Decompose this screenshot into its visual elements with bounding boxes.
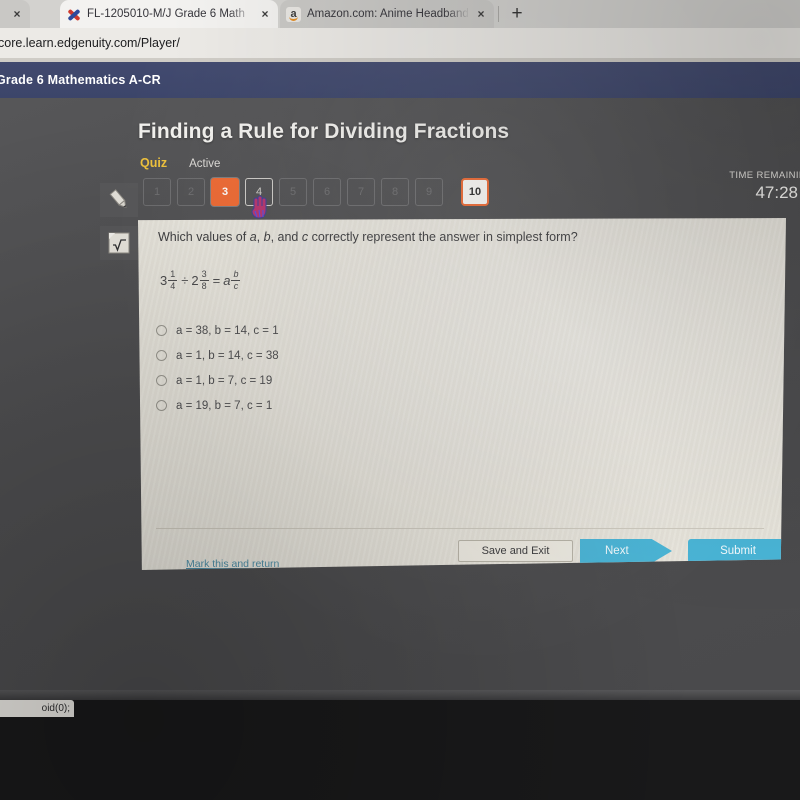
url-bar[interactable]: core.learn.edgenuity.com/Player/ bbox=[0, 28, 800, 58]
eq-operator: ÷ bbox=[181, 273, 189, 288]
question-nav-item-3[interactable]: 3 bbox=[211, 178, 239, 206]
desktop-taskbar bbox=[0, 700, 800, 800]
status-bar-text: oid(0); bbox=[41, 703, 70, 714]
tab-close-icon[interactable]: × bbox=[258, 7, 272, 21]
answer-option-3[interactable]: a = 1, b = 7, c = 19 bbox=[156, 368, 279, 393]
answer-options: a = 38, b = 14, c = 1 a = 1, b = 14, c =… bbox=[156, 318, 279, 418]
question-nav-item-5[interactable]: 5 bbox=[279, 178, 307, 206]
tab-close-icon[interactable]: × bbox=[474, 7, 488, 21]
time-remaining: TIME REMAINING 47:28 bbox=[660, 170, 800, 203]
question-nav-item-9[interactable]: 9 bbox=[415, 178, 443, 206]
question-nav-item-8[interactable]: 8 bbox=[381, 178, 409, 206]
radio-button[interactable] bbox=[156, 350, 167, 361]
prompt-var-b: b bbox=[263, 230, 271, 244]
eq-right-denominator: 8 bbox=[201, 281, 207, 291]
radio-button[interactable] bbox=[156, 325, 167, 336]
time-remaining-label: TIME REMAINING bbox=[729, 170, 800, 181]
tab-title: Amazon.com: Anime Headband bbox=[307, 8, 469, 20]
eq-left-numerator: 1 bbox=[170, 269, 176, 279]
eq-left-denominator: 4 bbox=[170, 281, 176, 291]
time-remaining-value: 47:28 bbox=[755, 183, 798, 202]
eq-right-numerator: 3 bbox=[201, 269, 207, 279]
prompt-part-3: , and bbox=[270, 230, 302, 244]
answer-option-2[interactable]: a = 1, b = 14, c = 38 bbox=[156, 343, 279, 368]
page-title: Finding a Rule for Dividing Fractions bbox=[138, 120, 510, 143]
question-panel: Which values of a, b, and c correctly re… bbox=[138, 218, 786, 570]
question-nav-item-6[interactable]: 6 bbox=[313, 178, 341, 206]
course-name: Grade 6 Mathematics A-CR bbox=[0, 73, 161, 87]
eq-right-whole: 2 bbox=[191, 273, 199, 288]
next-button[interactable]: Next bbox=[580, 539, 672, 563]
question-navigator: 1 2 3 4 5 6 7 8 9 10 bbox=[143, 178, 489, 206]
prompt-part-1: Which values of bbox=[158, 230, 250, 244]
eq-equals: = bbox=[212, 273, 221, 288]
pencil-tool-button[interactable] bbox=[100, 183, 138, 217]
footer-divider bbox=[156, 528, 764, 529]
url-text: core.learn.edgenuity.com/Player/ bbox=[0, 36, 180, 50]
question-nav-item-7[interactable]: 7 bbox=[347, 178, 375, 206]
activity-state-label: Active bbox=[189, 158, 221, 170]
screen-photo: × FL-1205010-M/J Grade 6 Math × a Amazon… bbox=[0, 0, 800, 800]
new-tab-button[interactable]: + bbox=[505, 2, 529, 26]
question-nav-item-4[interactable]: 4 bbox=[245, 178, 273, 206]
eq-result-denominator: c bbox=[233, 281, 239, 291]
question-nav-item-2[interactable]: 2 bbox=[177, 178, 205, 206]
answer-option-label: a = 1, b = 14, c = 38 bbox=[176, 349, 279, 362]
pencil-icon bbox=[109, 189, 127, 209]
eq-right-fraction: 3 8 bbox=[199, 269, 209, 291]
answer-option-label: a = 38, b = 14, c = 1 bbox=[176, 324, 279, 337]
eq-result-whole: a bbox=[223, 273, 231, 288]
radio-button[interactable] bbox=[156, 400, 167, 411]
prompt-var-a: a bbox=[249, 230, 257, 244]
answer-option-4[interactable]: a = 19, b = 7, c = 1 bbox=[156, 393, 279, 418]
eq-left-whole: 3 bbox=[160, 273, 168, 288]
answer-option-1[interactable]: a = 38, b = 14, c = 1 bbox=[156, 318, 279, 343]
amazon-icon: a bbox=[286, 6, 301, 22]
sqrt-x-icon bbox=[108, 232, 130, 254]
question-prompt: Which values of a, b, and c correctly re… bbox=[158, 230, 578, 244]
browser-status-bar: oid(0); bbox=[0, 700, 74, 717]
browser-tab-0[interactable]: × bbox=[0, 0, 30, 28]
submit-button[interactable]: Submit bbox=[688, 539, 786, 563]
radio-button[interactable] bbox=[156, 375, 167, 386]
tab-title: FL-1205010-M/J Grade 6 Math bbox=[87, 8, 245, 20]
browser-tab-1[interactable]: FL-1205010-M/J Grade 6 Math × bbox=[60, 0, 278, 28]
tab-divider bbox=[498, 6, 499, 22]
eq-result-numerator: b bbox=[233, 269, 239, 279]
calculator-tool-button[interactable] bbox=[100, 226, 138, 260]
lesson-status-row: Quiz Active bbox=[140, 156, 220, 170]
course-header: Grade 6 Mathematics A-CR bbox=[0, 62, 800, 98]
tab-close-icon[interactable]: × bbox=[10, 7, 24, 21]
browser-tab-strip: × FL-1205010-M/J Grade 6 Math × a Amazon… bbox=[0, 0, 800, 28]
prompt-part-4: correctly represent the answer in simple… bbox=[308, 230, 578, 244]
x-mark-icon bbox=[66, 7, 81, 22]
answer-option-label: a = 19, b = 7, c = 1 bbox=[176, 399, 273, 412]
prompt-part-2: , bbox=[256, 230, 264, 244]
eq-result-fraction: b c bbox=[231, 269, 241, 291]
browser-tab-2[interactable]: a Amazon.com: Anime Headband × bbox=[280, 0, 494, 28]
activity-type-label: Quiz bbox=[140, 156, 168, 170]
eq-left-fraction: 1 4 bbox=[168, 269, 178, 291]
save-and-exit-button[interactable]: Save and Exit bbox=[458, 540, 573, 562]
equation: 3 1 4 ÷ 2 3 8 = a b c bbox=[160, 270, 241, 291]
question-nav-item-1[interactable]: 1 bbox=[143, 178, 171, 206]
answer-option-label: a = 1, b = 7, c = 19 bbox=[176, 374, 273, 387]
question-nav-item-10[interactable]: 10 bbox=[461, 178, 489, 206]
